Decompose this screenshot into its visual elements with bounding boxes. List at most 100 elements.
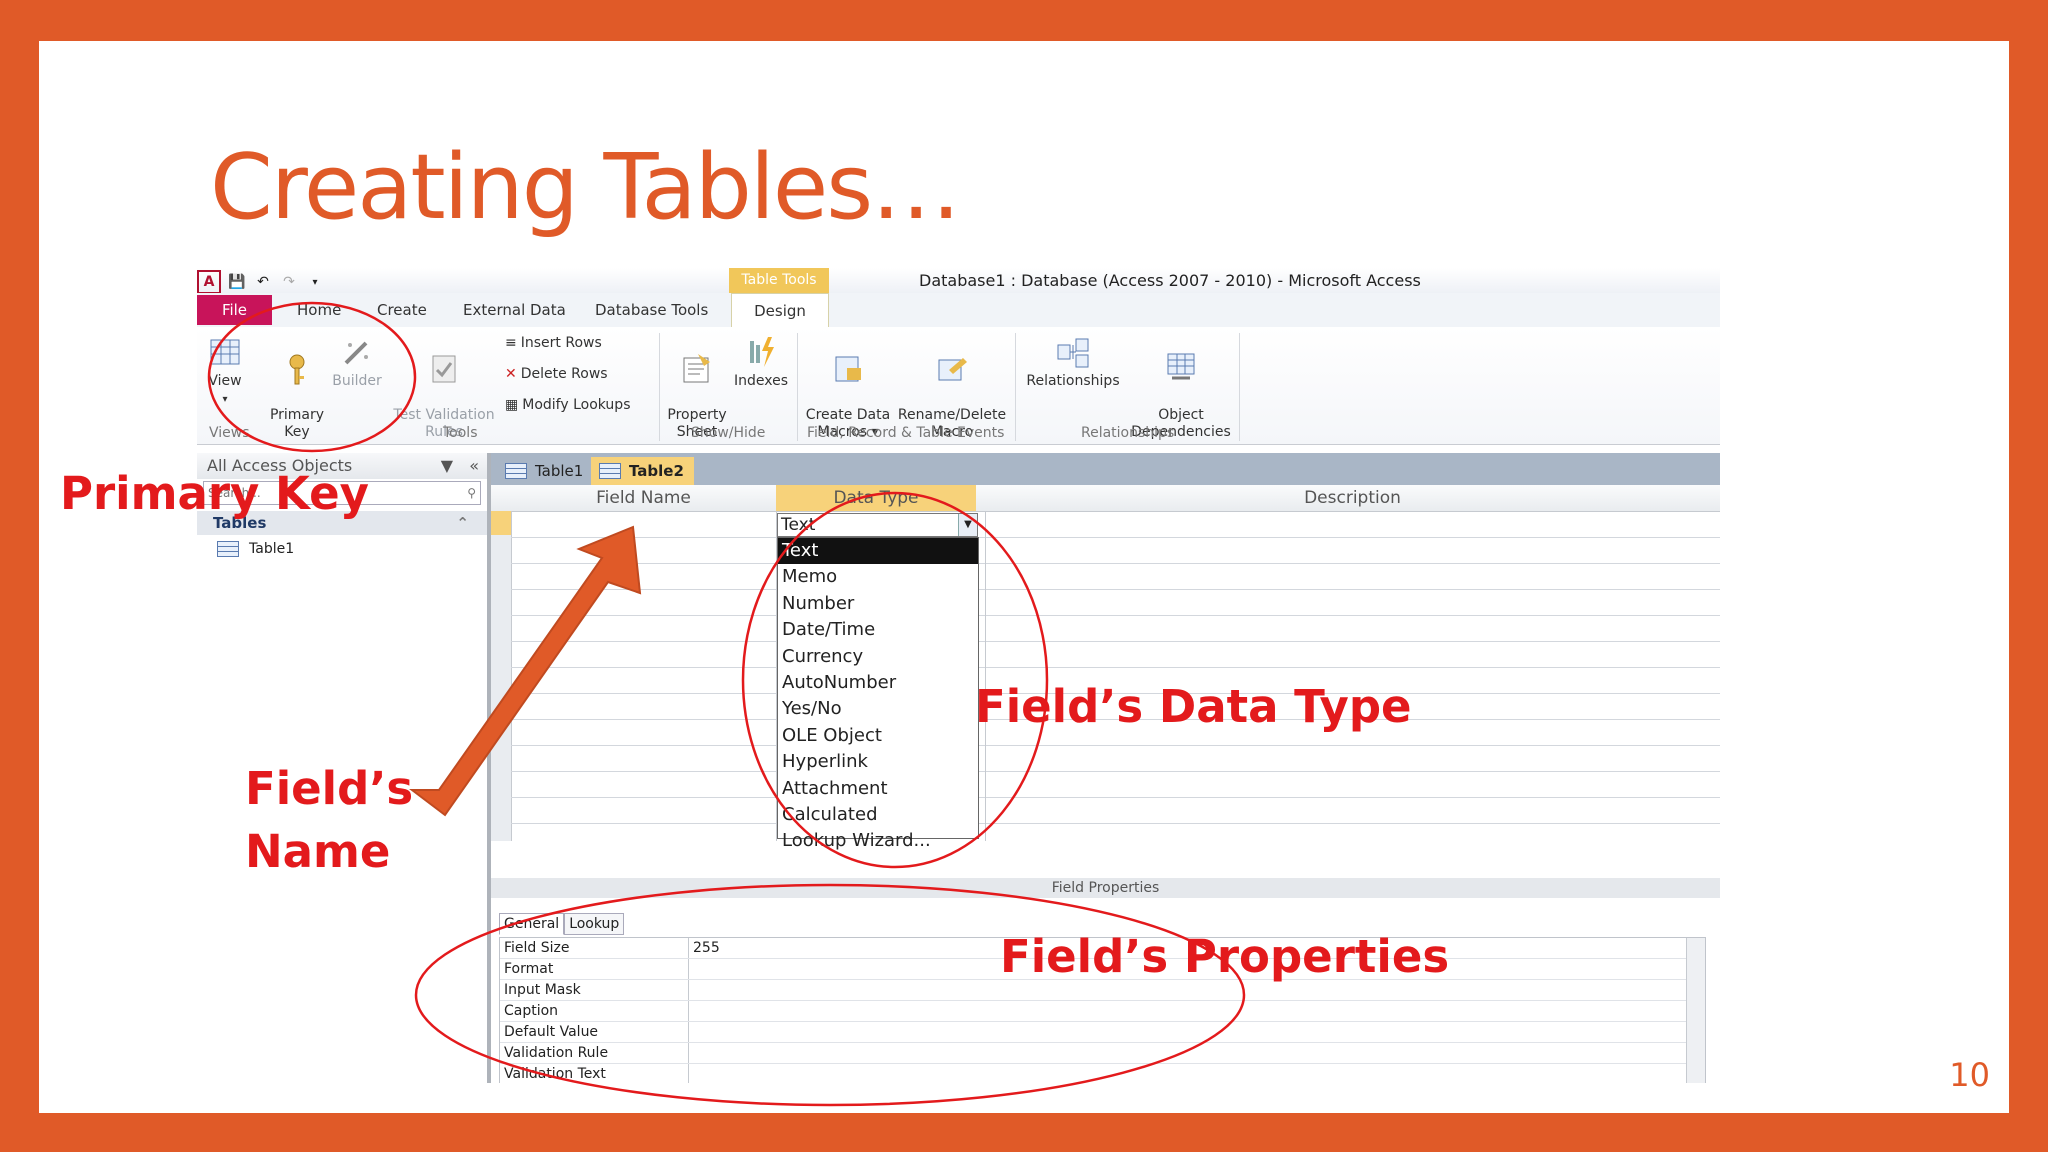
scrollbar[interactable]: [1686, 938, 1705, 1083]
field-properties-label: Field Properties: [491, 878, 1720, 898]
property-row[interactable]: Default Value: [500, 1022, 1705, 1043]
title-bar: A 💾 ↶ ↷ ▾ Table Tools Database1 : Databa…: [197, 268, 1720, 294]
divider: [1015, 333, 1016, 441]
property-value[interactable]: [689, 1001, 693, 1021]
data-type-option[interactable]: Date/Time: [778, 617, 978, 643]
grid-header: Field Name Data Type Description: [491, 485, 1720, 512]
quick-access-toolbar: A 💾 ↶ ↷ ▾: [197, 270, 325, 294]
table-row[interactable]: [511, 563, 1720, 590]
data-type-option[interactable]: Lookup Wizard...: [778, 828, 978, 854]
data-macro-icon: [835, 356, 861, 382]
tab-lookup[interactable]: Lookup: [564, 913, 625, 935]
nav-menu-icon[interactable]: ▼: [441, 453, 453, 479]
insert-rows-icon: ≡: [505, 335, 517, 351]
column-header-data-type[interactable]: Data Type: [776, 485, 976, 511]
property-name: Validation Text: [500, 1064, 689, 1083]
primary-key-button[interactable]: Primary Key: [269, 335, 325, 441]
tab-create[interactable]: Create: [377, 301, 427, 319]
property-value[interactable]: [689, 1043, 693, 1063]
data-type-option[interactable]: Text: [778, 538, 978, 565]
property-name: Validation Rule: [500, 1043, 689, 1063]
doc-tab-table2[interactable]: Table2: [591, 457, 694, 485]
table-row[interactable]: [511, 745, 1720, 772]
ribbon-tabs: File Home Create External Data Database …: [197, 293, 1720, 328]
modify-lookups-button[interactable]: ▦ Modify Lookups: [505, 397, 631, 413]
builder-label: Builder: [332, 373, 382, 389]
data-type-option[interactable]: Memo: [778, 564, 978, 590]
row-selector-column[interactable]: [491, 511, 512, 841]
delete-rows-button[interactable]: ✕ Delete Rows: [505, 366, 608, 382]
primary-key-label: Primary Key: [269, 407, 325, 440]
delete-rows-label: Delete Rows: [520, 366, 608, 382]
redo-icon[interactable]: ↷: [279, 272, 299, 292]
data-type-option[interactable]: OLE Object: [778, 723, 978, 749]
field-name-annotation-line1: Field’s: [245, 762, 414, 815]
property-row[interactable]: Validation Text: [500, 1064, 1705, 1083]
current-row-selector[interactable]: [491, 511, 511, 535]
property-row[interactable]: Caption: [500, 1001, 1705, 1022]
nav-item-label: Table1: [249, 541, 295, 557]
group-label-show-hide: Show/Hide: [691, 425, 766, 441]
data-type-dropdown-list: Text Memo Number Date/Time Currency Auto…: [777, 537, 979, 851]
table-row[interactable]: [511, 797, 1720, 824]
table-row[interactable]: [511, 511, 1720, 538]
table-tools-context-tab: Table Tools: [729, 268, 829, 293]
field-name-annotation-line2: Name: [245, 825, 391, 878]
chevron-down-icon[interactable]: ▼: [958, 514, 977, 536]
table-row[interactable]: [511, 615, 1720, 642]
property-value[interactable]: 255: [689, 938, 720, 958]
property-sheet-icon: [683, 354, 710, 383]
column-header-field-name[interactable]: Field Name: [511, 485, 776, 511]
data-type-option[interactable]: Attachment: [778, 776, 978, 802]
divider: [659, 333, 660, 441]
tab-file[interactable]: File: [197, 295, 272, 325]
view-button[interactable]: View ▾: [203, 335, 247, 408]
group-label-tools: Tools: [443, 425, 478, 441]
data-type-option[interactable]: Yes/No: [778, 696, 978, 722]
collapse-pane-icon[interactable]: «: [469, 453, 479, 479]
relationships-button[interactable]: Relationships: [1023, 335, 1123, 390]
property-row[interactable]: Validation Rule: [500, 1043, 1705, 1064]
table-row[interactable]: [511, 589, 1720, 616]
tab-design[interactable]: Design: [731, 293, 829, 328]
table-icon: [599, 463, 621, 479]
undo-icon[interactable]: ↶: [253, 272, 273, 292]
tab-database-tools[interactable]: Database Tools: [595, 301, 708, 319]
insert-rows-label: Insert Rows: [520, 335, 602, 351]
tab-general[interactable]: General: [499, 913, 565, 935]
property-name: Input Mask: [500, 980, 689, 1000]
table-icon: [505, 463, 527, 479]
customize-qat-icon[interactable]: ▾: [305, 272, 325, 292]
table-row[interactable]: [511, 771, 1720, 798]
column-header-description[interactable]: Description: [985, 485, 1720, 511]
doc-tab-table1[interactable]: Table1: [497, 457, 593, 485]
property-value[interactable]: [689, 980, 693, 1000]
access-screenshot: A 💾 ↶ ↷ ▾ Table Tools Database1 : Databa…: [197, 268, 1720, 1083]
table-row[interactable]: [511, 537, 1720, 564]
data-type-option[interactable]: Calculated: [778, 802, 978, 828]
property-name: Format: [500, 959, 689, 979]
builder-button[interactable]: Builder: [331, 335, 383, 390]
delete-rows-icon: ✕: [505, 366, 517, 382]
access-logo-icon: A: [197, 270, 221, 294]
data-type-option[interactable]: Hyperlink: [778, 749, 978, 775]
tab-home[interactable]: Home: [297, 301, 341, 319]
indexes-button[interactable]: Indexes: [733, 335, 789, 390]
property-value[interactable]: [689, 1022, 693, 1042]
group-label-relationships: Relationships: [1081, 425, 1175, 441]
indexes-label: Indexes: [733, 373, 789, 389]
tab-external-data[interactable]: External Data: [463, 301, 566, 319]
property-value[interactable]: [689, 959, 693, 979]
search-icon[interactable]: ⚲: [467, 482, 476, 504]
collapse-group-icon[interactable]: ⌃: [456, 511, 469, 535]
data-type-option[interactable]: Currency: [778, 644, 978, 670]
nav-item-table1[interactable]: Table1: [197, 541, 487, 557]
property-value[interactable]: [689, 1064, 693, 1083]
save-icon[interactable]: 💾: [227, 272, 247, 292]
data-type-option[interactable]: AutoNumber: [778, 670, 978, 696]
divider: [1239, 333, 1240, 441]
insert-rows-button[interactable]: ≡ Insert Rows: [505, 335, 602, 351]
data-type-select[interactable]: Text ▼: [777, 513, 978, 537]
table-row[interactable]: [511, 641, 1720, 668]
data-type-option[interactable]: Number: [778, 591, 978, 617]
